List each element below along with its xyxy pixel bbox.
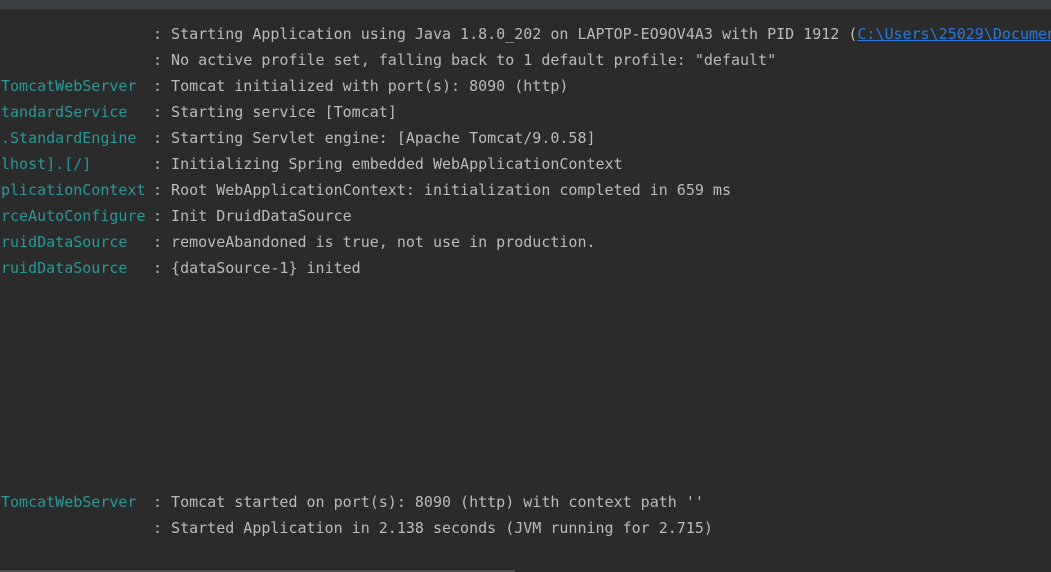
log-line: : No active profile set, falling back to… bbox=[0, 47, 776, 73]
log-message: : removeAbandoned is true, not use in pr… bbox=[153, 233, 596, 251]
log-message: : Starting service [Tomcat] bbox=[153, 103, 397, 121]
log-logger-name: rceAutoConfigure bbox=[1, 207, 146, 225]
log-line: : Started Application in 2.138 seconds (… bbox=[0, 515, 713, 541]
console-top-divider bbox=[0, 0, 1051, 10]
run-console-output[interactable]: : Starting Application using Java 1.8.0_… bbox=[0, 0, 1051, 572]
log-logger-name: ruidDataSource bbox=[1, 233, 128, 251]
log-logger-name: plicationContext bbox=[1, 181, 146, 199]
log-logger-name: .StandardEngine bbox=[1, 129, 137, 147]
log-line: ruidDataSource : removeAbandoned is true… bbox=[0, 229, 596, 255]
log-logger-name: TomcatWebServer bbox=[1, 493, 137, 511]
log-line: : Starting Application using Java 1.8.0_… bbox=[0, 21, 1051, 47]
log-message: : Initializing Spring embedded WebApplic… bbox=[153, 155, 623, 173]
log-logger-name: lhost].[/] bbox=[1, 155, 92, 173]
log-line: TomcatWebServer : Tomcat started on port… bbox=[0, 489, 704, 515]
log-line: TomcatWebServer : Tomcat initialized wit… bbox=[0, 73, 568, 99]
log-message: : Starting Application using Java 1.8.0_… bbox=[153, 21, 1051, 47]
log-logger-name: ruidDataSource bbox=[1, 259, 128, 277]
log-line: tandardService : Starting service [Tomca… bbox=[0, 99, 397, 125]
log-message: : {dataSource-1} inited bbox=[153, 259, 361, 277]
log-line: ruidDataSource : {dataSource-1} inited bbox=[0, 255, 361, 281]
file-path-link[interactable]: C:\Users\25029\Documen bbox=[857, 25, 1051, 43]
log-line: plicationContext : Root WebApplicationCo… bbox=[0, 177, 731, 203]
log-message-text: : Starting Application using Java 1.8.0_… bbox=[153, 25, 858, 43]
log-line: rceAutoConfigure : Init DruidDataSource bbox=[0, 203, 352, 229]
log-message: : Root WebApplicationContext: initializa… bbox=[153, 181, 731, 199]
log-logger-name: TomcatWebServer bbox=[1, 77, 137, 95]
log-line: .StandardEngine : Starting Servlet engin… bbox=[0, 125, 596, 151]
log-line: lhost].[/] : Initializing Spring embedde… bbox=[0, 151, 623, 177]
log-message: : Tomcat started on port(s): 8090 (http)… bbox=[153, 493, 704, 511]
log-message: : No active profile set, falling back to… bbox=[153, 51, 777, 69]
log-message: : Started Application in 2.138 seconds (… bbox=[153, 519, 713, 537]
log-message: : Starting Servlet engine: [Apache Tomca… bbox=[153, 129, 596, 147]
log-logger-name: tandardService bbox=[1, 103, 128, 121]
log-message: : Init DruidDataSource bbox=[153, 207, 352, 225]
log-message: : Tomcat initialized with port(s): 8090 … bbox=[153, 77, 569, 95]
